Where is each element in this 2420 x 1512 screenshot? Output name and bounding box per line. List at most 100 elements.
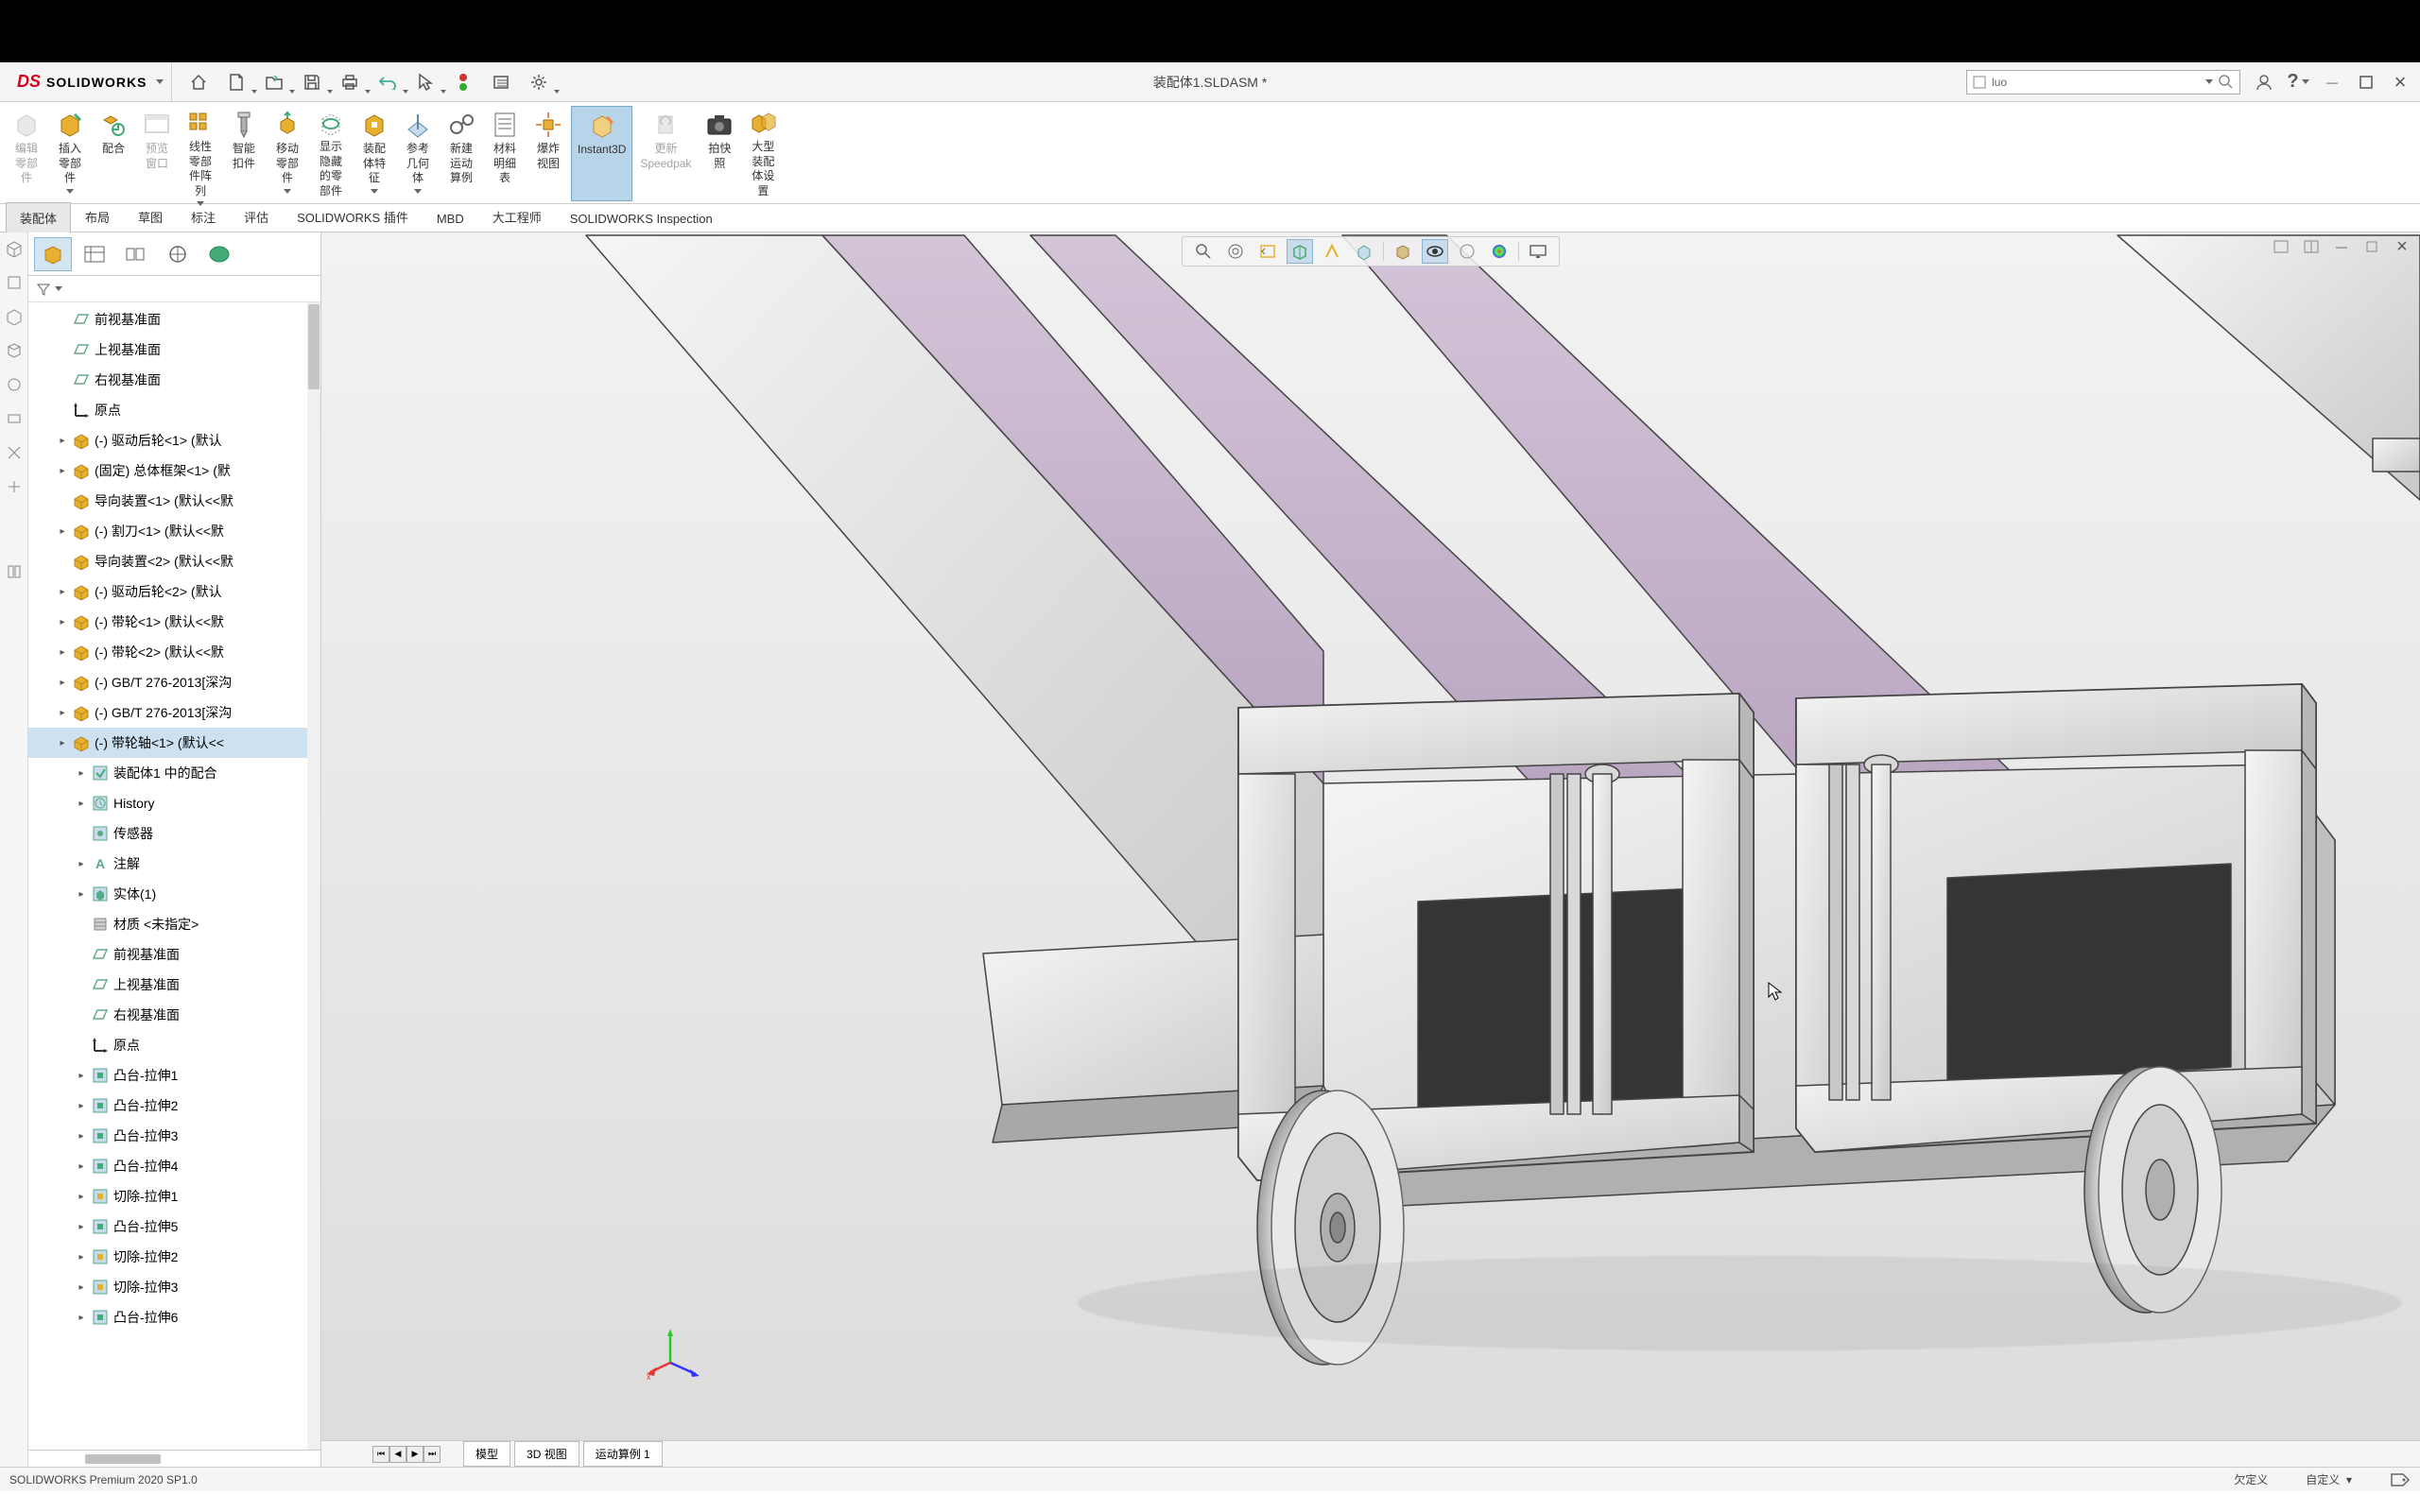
rebuild-button[interactable]: [450, 69, 476, 95]
tree-expand-icon[interactable]: ▸: [76, 1100, 87, 1111]
tree-item-32[interactable]: ▸切除-拉伸3: [28, 1272, 320, 1302]
view-triad[interactable]: x: [647, 1325, 703, 1382]
tree-expand-icon[interactable]: [76, 919, 87, 930]
tree-expand-icon[interactable]: ▸: [76, 767, 87, 779]
vp-maximize-button[interactable]: [2361, 236, 2382, 257]
ribbon-exploded[interactable]: 爆炸视图: [527, 106, 569, 201]
hide-show-button[interactable]: [1422, 239, 1448, 264]
graphics-area[interactable]: — ×: [321, 232, 2420, 1467]
close-button[interactable]: ×: [2390, 72, 2411, 93]
tree-expand-icon[interactable]: ▸: [76, 1281, 87, 1293]
ribbon-instant3d[interactable]: Instant3D: [571, 106, 632, 201]
lt-tool5[interactable]: [4, 374, 25, 395]
tree-expand-icon[interactable]: [57, 374, 68, 386]
tree-item-17[interactable]: 传感器: [28, 818, 320, 849]
section-view-button[interactable]: [1287, 239, 1313, 264]
scene-button[interactable]: [1486, 239, 1512, 264]
tree-item-7[interactable]: ▸(-) 割刀<1> (默认<<默: [28, 516, 320, 546]
sheet-tab-model[interactable]: 模型: [463, 1441, 510, 1467]
sheet-tab-motion[interactable]: 运动算例 1: [583, 1441, 663, 1467]
status-custom[interactable]: 自定义 ▾: [2306, 1471, 2352, 1487]
tree-expand-icon[interactable]: ▸: [76, 1070, 87, 1081]
lt-tool9[interactable]: [4, 561, 25, 582]
tree-expand-icon[interactable]: [57, 556, 68, 567]
ribbon-new-motion[interactable]: 新建运动算例: [441, 106, 482, 201]
help-button[interactable]: ?: [2288, 72, 2308, 93]
vp-split-button[interactable]: [2271, 236, 2291, 257]
save-button[interactable]: [299, 69, 325, 95]
sheet-nav-prev[interactable]: ◀: [389, 1446, 406, 1463]
sheet-nav-next[interactable]: ▶: [406, 1446, 424, 1463]
ribbon-large-asm[interactable]: 大型装配体设置: [742, 106, 784, 201]
lt-iso-icon[interactable]: [4, 340, 25, 361]
open-button[interactable]: [261, 69, 287, 95]
vp-close-button[interactable]: ×: [2392, 236, 2412, 257]
lt-tool7[interactable]: [4, 442, 25, 463]
ribbon-show-hidden[interactable]: 显示隐藏的零部件: [310, 106, 352, 201]
search-icon[interactable]: [2219, 75, 2234, 90]
fm-tab-property[interactable]: [76, 237, 113, 271]
ribbon-tab-4[interactable]: 评估: [230, 201, 283, 232]
tree-expand-icon[interactable]: ▸: [57, 586, 68, 597]
zoom-fit-button[interactable]: [1190, 239, 1217, 264]
tree-expand-icon[interactable]: [57, 495, 68, 507]
tree-expand-icon[interactable]: ▸: [76, 1191, 87, 1202]
view-orient-button[interactable]: [1351, 239, 1377, 264]
tree-item-6[interactable]: 导向装置<1> (默认<<默: [28, 486, 320, 516]
view-settings-button[interactable]: [1525, 239, 1551, 264]
tree-expand-icon[interactable]: ▸: [57, 525, 68, 537]
ribbon-linear-pattern[interactable]: 线性零部件阵列: [180, 106, 221, 201]
dyn-annot-button[interactable]: [1319, 239, 1345, 264]
lt-cube2-icon[interactable]: [4, 306, 25, 327]
tree-item-9[interactable]: ▸(-) 驱动后轮<2> (默认: [28, 576, 320, 607]
tree-item-31[interactable]: ▸切除-拉伸2: [28, 1242, 320, 1272]
tree-expand-icon[interactable]: ▸: [57, 465, 68, 476]
ribbon-tab-5[interactable]: SOLIDWORKS 插件: [283, 201, 423, 232]
lt-cube-icon[interactable]: [4, 238, 25, 259]
logo[interactable]: DS SOLIDWORKS: [9, 62, 172, 101]
tree-hscroll[interactable]: [28, 1450, 320, 1467]
search-box[interactable]: luo: [1966, 70, 2240, 94]
tree-item-13[interactable]: ▸(-) GB/T 276-2013[深沟: [28, 697, 320, 728]
tree-item-21[interactable]: 前视基准面: [28, 939, 320, 970]
tree-item-1[interactable]: 上视基准面: [28, 335, 320, 365]
tree-expand-icon[interactable]: [76, 1009, 87, 1021]
tree-item-15[interactable]: ▸装配体1 中的配合: [28, 758, 320, 788]
tree-item-23[interactable]: 右视基准面: [28, 1000, 320, 1030]
tree-expand-icon[interactable]: [57, 404, 68, 416]
tree-item-12[interactable]: ▸(-) GB/T 276-2013[深沟: [28, 667, 320, 697]
tree-expand-icon[interactable]: [57, 344, 68, 355]
tree-expand-icon[interactable]: ▸: [57, 616, 68, 627]
tree-expand-icon[interactable]: ▸: [57, 435, 68, 446]
tree-item-29[interactable]: ▸切除-拉伸1: [28, 1181, 320, 1211]
tree-filter[interactable]: [28, 276, 320, 302]
tree-item-10[interactable]: ▸(-) 带轮<1> (默认<<默: [28, 607, 320, 637]
appearance-button[interactable]: [1454, 239, 1480, 264]
prev-view-button[interactable]: [1254, 239, 1281, 264]
tree-expand-icon[interactable]: ▸: [76, 1160, 87, 1172]
tree-item-30[interactable]: ▸凸台-拉伸5: [28, 1211, 320, 1242]
ribbon-tab-7[interactable]: 大工程师: [478, 201, 556, 232]
tree-item-0[interactable]: 前视基准面: [28, 304, 320, 335]
ribbon-tab-1[interactable]: 布局: [71, 201, 124, 232]
tree-expand-icon[interactable]: ▸: [76, 1312, 87, 1323]
tree-item-8[interactable]: 导向装置<2> (默认<<默: [28, 546, 320, 576]
ribbon-move-part[interactable]: 移动零部件: [267, 106, 308, 201]
fm-tab-config[interactable]: [117, 237, 155, 271]
tree-item-18[interactable]: ▸A注解: [28, 849, 320, 879]
tree-expand-icon[interactable]: ▸: [76, 1130, 87, 1142]
lt-box-icon[interactable]: [4, 272, 25, 293]
tree-expand-icon[interactable]: ▸: [76, 1251, 87, 1263]
status-tag-icon[interactable]: [2390, 1472, 2411, 1487]
tree-expand-icon[interactable]: ▸: [76, 888, 87, 900]
tree-expand-icon[interactable]: [76, 1040, 87, 1051]
tree-item-14[interactable]: ▸(-) 带轮轴<1> (默认<<: [28, 728, 320, 758]
tree-expand-icon[interactable]: ▸: [57, 646, 68, 658]
user-button[interactable]: [2254, 72, 2274, 93]
ribbon-bom[interactable]: 材料明细表: [484, 106, 526, 201]
vp-split2-button[interactable]: [2301, 236, 2322, 257]
lt-tool8[interactable]: [4, 476, 25, 497]
tree-expand-icon[interactable]: [76, 828, 87, 839]
tree-item-24[interactable]: 原点: [28, 1030, 320, 1060]
sheet-nav-last[interactable]: ⏭: [424, 1446, 441, 1463]
